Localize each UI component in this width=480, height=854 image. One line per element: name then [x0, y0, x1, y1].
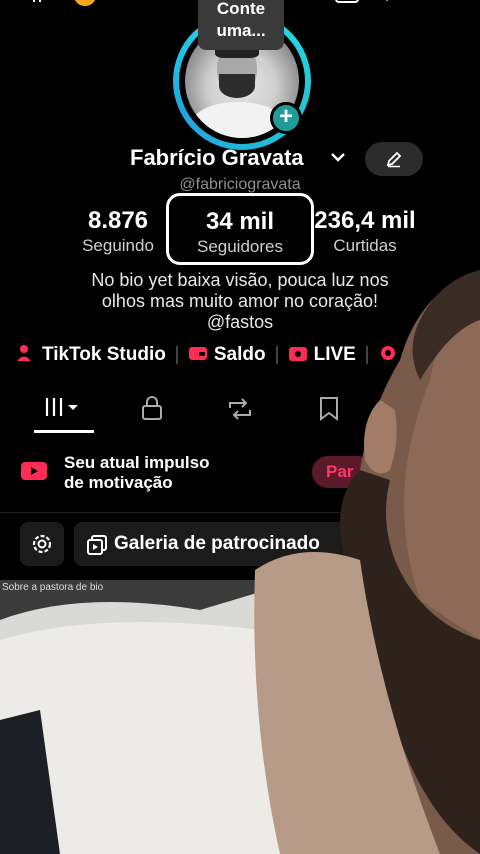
gear-star-icon — [380, 346, 395, 360]
promo-text: Seu atual impulso de motivação — [64, 453, 210, 492]
story-tooltip[interactable]: Conte uma... — [198, 0, 284, 50]
video-thumbnail-image — [0, 580, 480, 854]
live-tv-icon — [288, 347, 307, 361]
live-label: LIVE — [313, 344, 356, 365]
profile-handle: @fabriciogravata — [179, 176, 301, 193]
following-stat[interactable]: 8.876 Seguindo — [70, 206, 166, 256]
share-icon[interactable] — [382, 0, 408, 6]
active-tab-indicator — [34, 430, 94, 433]
repost-icon[interactable] — [226, 396, 254, 422]
profile-tabs — [0, 392, 480, 433]
section-divider — [0, 512, 480, 513]
wallet-icon — [188, 347, 207, 360]
gear-icon — [32, 534, 52, 554]
edit-profile-button[interactable] — [365, 142, 423, 176]
more-tool-button[interactable]: In — [378, 344, 421, 366]
more-tool-label: In — [403, 344, 421, 365]
likes-stat[interactable]: 236,4 mil Curtidas — [306, 206, 424, 256]
tiktok-studio-button[interactable]: TikTok Studio — [16, 344, 166, 366]
creator-tools-row: TikTok Studio Saldo LIVE In — [16, 344, 431, 372]
sponsored-gallery-label: Galeria de patrocinado — [114, 533, 320, 554]
calendar-icon[interactable] — [334, 0, 360, 6]
likes-label: Curtidas — [333, 236, 397, 255]
following-count: 8.876 — [87, 207, 149, 234]
balance-button[interactable]: Saldo — [188, 344, 266, 366]
tiktok-studio-label: TikTok Studio — [42, 344, 166, 365]
profile-bio[interactable]: No bio yet baixa visão, pouca luz nos ol… — [40, 270, 440, 333]
grid-icon[interactable] — [44, 396, 86, 420]
video-thumbnail[interactable] — [0, 580, 480, 854]
promo-banner[interactable]: Seu atual impulso de motivação Par — [20, 450, 460, 500]
gallery-icon — [87, 535, 107, 555]
menu-icon[interactable] — [432, 0, 462, 6]
camera-promo-icon — [21, 462, 47, 480]
video-caption: Sobre a pastora de bio — [2, 582, 104, 593]
balance-label: Saldo — [213, 344, 266, 365]
pencil-icon — [386, 151, 402, 168]
likes-count: 236,4 mil — [314, 207, 416, 234]
chevron-down-icon[interactable] — [330, 151, 346, 163]
lock-icon[interactable] — [140, 396, 164, 422]
person-star-icon — [17, 345, 31, 361]
sponsored-gallery-button[interactable]: Galeria de patrocinado — [74, 522, 374, 566]
bookmark-icon[interactable] — [318, 396, 340, 422]
add-story-button[interactable]: + — [270, 102, 302, 134]
followers-stat[interactable]: 34 mil Seguidores — [166, 193, 314, 265]
settings-button[interactable] — [20, 522, 64, 566]
profile-name[interactable]: Fabrício Gravata — [130, 145, 304, 171]
followers-label: Seguidores — [196, 237, 283, 256]
following-label: Seguindo — [82, 236, 154, 255]
live-button[interactable]: LIVE — [288, 344, 356, 366]
followers-count: 34 mil — [205, 208, 275, 235]
streak-icon[interactable] — [74, 0, 96, 6]
add-friend-icon[interactable] — [20, 0, 46, 6]
promo-button[interactable]: Par — [312, 456, 374, 488]
